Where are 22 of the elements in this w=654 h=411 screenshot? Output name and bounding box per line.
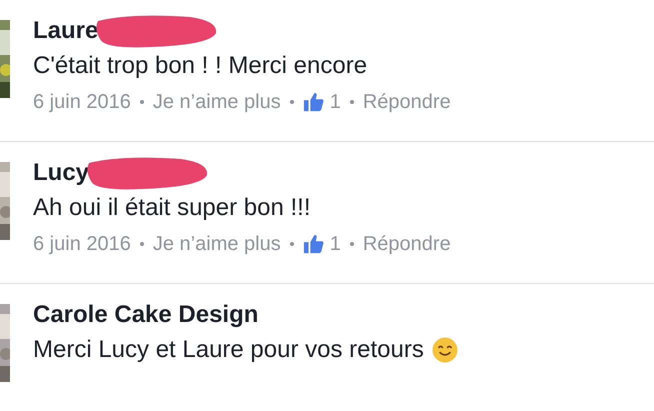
thumbs-up-icon [302,91,325,113]
comment-text: C'était trop bon ! ! Merci encore [33,52,368,80]
separator-dot [290,242,294,246]
comment-date: 6 juin 2016 [33,90,131,114]
separator-dot [350,100,354,104]
author-name[interactable]: Laure [33,17,98,45]
like-count: 1 [330,90,341,114]
comment-date: 6 juin 2016 [33,232,131,256]
author-name[interactable]: Carole Cake Design [33,301,258,329]
separator-dot [290,100,294,104]
unlike-link[interactable]: Je n’aime plus [152,232,281,256]
unlike-link[interactable]: Je n’aime plus [152,90,281,114]
like-count: 1 [330,232,341,256]
comment-text: Ah oui il était super bon !!! [33,194,310,222]
separator-dot [140,242,144,246]
comment-text: Merci Lucy et Laure pour vos retours [33,336,424,364]
separator-dot [140,100,144,104]
separator-dot [350,242,354,246]
reply-link[interactable]: Répondre [362,90,451,114]
reply-link[interactable]: Répondre [362,232,451,256]
author-name[interactable]: Lucy [33,159,90,187]
thumbs-up-icon [302,233,325,255]
